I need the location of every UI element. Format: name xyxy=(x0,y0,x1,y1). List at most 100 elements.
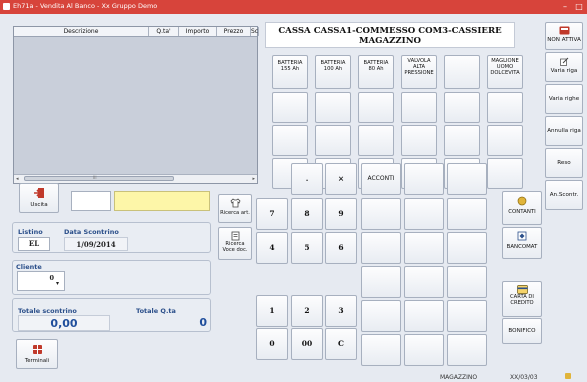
contanti-button[interactable]: CONTANTI xyxy=(502,191,542,225)
product-slot[interactable] xyxy=(487,158,523,189)
totali-panel: Totale scontrino 0,00 Totale Q.ta 0 xyxy=(12,298,211,332)
maximize-button[interactable]: □ xyxy=(573,1,585,12)
col-prezzo[interactable]: Prezzo xyxy=(217,27,251,36)
action-slot[interactable] xyxy=(404,232,444,264)
lock-icon xyxy=(565,373,571,379)
listino-field[interactable]: EL xyxy=(18,237,50,251)
key-6[interactable]: 6 xyxy=(325,232,357,264)
action-slot[interactable] xyxy=(404,266,444,298)
key-7[interactable]: 7 xyxy=(256,198,288,230)
action-slot[interactable] xyxy=(404,163,444,195)
varia-riga-button[interactable]: Varia riga xyxy=(545,52,583,82)
varia-righe-button[interactable]: Varia righe xyxy=(545,84,583,114)
col-descrizione[interactable]: Descrizione xyxy=(14,27,149,36)
key-dot[interactable]: . xyxy=(291,163,323,195)
action-slot[interactable] xyxy=(361,334,401,366)
action-slot[interactable] xyxy=(447,334,487,366)
cassa-header-line2: MAGAZZINO xyxy=(358,36,422,46)
product-batteria-80[interactable]: BATTERIA 80 Ah xyxy=(358,55,394,89)
product-slot[interactable] xyxy=(444,92,480,123)
col-sc[interactable]: Sc xyxy=(251,27,259,36)
scroll-grip: III xyxy=(93,175,97,180)
action-slot[interactable] xyxy=(404,300,444,332)
totale-qta-label: Totale Q.ta xyxy=(136,307,176,315)
scroll-right-icon[interactable]: ▸ xyxy=(252,175,255,183)
key-00[interactable]: 00 xyxy=(291,328,323,360)
cliente-dropdown-icon[interactable]: ▾ xyxy=(56,280,59,287)
product-empty[interactable] xyxy=(444,55,480,89)
product-slot[interactable] xyxy=(315,125,351,156)
product-valvola[interactable]: VALVOLA ALTA PRESSIONE xyxy=(401,55,437,89)
ricerca-art-label: Ricerca art. xyxy=(220,210,250,216)
minimize-button[interactable]: – xyxy=(559,1,571,12)
ricerca-art-button[interactable]: Ricerca art. xyxy=(218,194,252,223)
product-slot[interactable] xyxy=(401,125,437,156)
terminali-label: Terminali xyxy=(24,358,50,364)
key-2[interactable]: 2 xyxy=(291,295,323,327)
barcode-input[interactable] xyxy=(114,191,210,211)
uscita-button[interactable]: Uscita xyxy=(19,183,59,213)
product-slot[interactable] xyxy=(444,125,480,156)
product-slot[interactable] xyxy=(401,92,437,123)
code-input[interactable] xyxy=(71,191,111,211)
product-slot[interactable] xyxy=(315,92,351,123)
col-qta[interactable]: Q.ta' xyxy=(149,27,179,36)
key-3[interactable]: 3 xyxy=(325,295,357,327)
key-0[interactable]: 0 xyxy=(256,328,288,360)
col-importo[interactable]: Importo xyxy=(179,27,217,36)
credit-card-icon xyxy=(516,285,528,294)
action-slot[interactable] xyxy=(447,198,487,230)
bancomat-label: BANCOMAT xyxy=(506,244,538,250)
action-slot[interactable] xyxy=(361,266,401,298)
ricerca-voce-doc-button[interactable]: Ricerca Voce doc. xyxy=(218,227,252,260)
data-scontrino-field[interactable]: 1/09/2014 xyxy=(64,237,128,251)
carta-di-credito-button[interactable]: CARTA DI CREDITO xyxy=(502,281,542,317)
key-9[interactable]: 9 xyxy=(325,198,357,230)
totale-qta-value: 0 xyxy=(199,316,207,329)
product-maglione[interactable]: MAGLIONE UOMO DOLCEVITA xyxy=(487,55,523,89)
product-batteria-100[interactable]: BATTERIA 100 Ah xyxy=(315,55,351,89)
scroll-thumb[interactable]: III xyxy=(24,175,174,181)
receipt-grid[interactable]: Descrizione Q.ta' Importo Prezzo Sc ◂ II… xyxy=(13,26,259,184)
an-scontr-button[interactable]: An.Scontr. xyxy=(545,180,583,210)
cliente-label: Cliente xyxy=(16,263,42,271)
key-1[interactable]: 1 xyxy=(256,295,288,327)
product-slot[interactable] xyxy=(358,92,394,123)
acconti-button[interactable]: ACCONTI xyxy=(361,163,401,195)
reso-button[interactable]: Reso xyxy=(545,148,583,178)
grid-header: Descrizione Q.ta' Importo Prezzo Sc xyxy=(14,27,259,37)
totale-scontrino-label: Totale scontrino xyxy=(18,307,77,315)
action-slot[interactable] xyxy=(447,266,487,298)
product-slot[interactable] xyxy=(487,92,523,123)
action-slot[interactable] xyxy=(361,198,401,230)
action-slot[interactable] xyxy=(361,300,401,332)
key-multiply[interactable]: × xyxy=(325,163,357,195)
horizontal-scrollbar[interactable]: ◂ III ▸ xyxy=(14,174,257,183)
bonifico-button[interactable]: BONIFICO xyxy=(502,318,542,344)
action-slot[interactable] xyxy=(361,232,401,264)
product-slot[interactable] xyxy=(358,125,394,156)
key-5[interactable]: 5 xyxy=(291,232,323,264)
action-slot[interactable] xyxy=(404,334,444,366)
cassa-header: CASSA CASSA1-COMMESSO COM3-CASSIERE MAGA… xyxy=(265,22,515,48)
status-bar: MAGAZZINO XX/03/03 xyxy=(0,373,587,382)
key-8[interactable]: 8 xyxy=(291,198,323,230)
action-slot[interactable] xyxy=(447,232,487,264)
scroll-left-icon[interactable]: ◂ xyxy=(16,175,19,183)
product-slot[interactable] xyxy=(487,125,523,156)
annulla-riga-button[interactable]: Annulla riga xyxy=(545,116,583,146)
key-4[interactable]: 4 xyxy=(256,232,288,264)
cliente-panel: Cliente 0 ▾ xyxy=(12,260,211,295)
terminali-button[interactable]: Terminali xyxy=(16,339,58,369)
non-attiva-button[interactable]: NON ATTIVA xyxy=(545,22,583,50)
action-slot[interactable] xyxy=(447,163,487,195)
card-reader-icon xyxy=(559,26,569,35)
action-slot[interactable] xyxy=(447,300,487,332)
action-slot[interactable] xyxy=(404,198,444,230)
product-batteria-155[interactable]: BATTERIA 155 Ah xyxy=(272,55,308,89)
bancomat-button[interactable]: BANCOMAT xyxy=(502,227,542,259)
product-slot[interactable] xyxy=(272,92,308,123)
window-title: Eh71a - Vendita Al Banco - Xx Gruppo Dem… xyxy=(13,2,158,10)
product-slot[interactable] xyxy=(272,125,308,156)
key-c[interactable]: C xyxy=(325,328,357,360)
